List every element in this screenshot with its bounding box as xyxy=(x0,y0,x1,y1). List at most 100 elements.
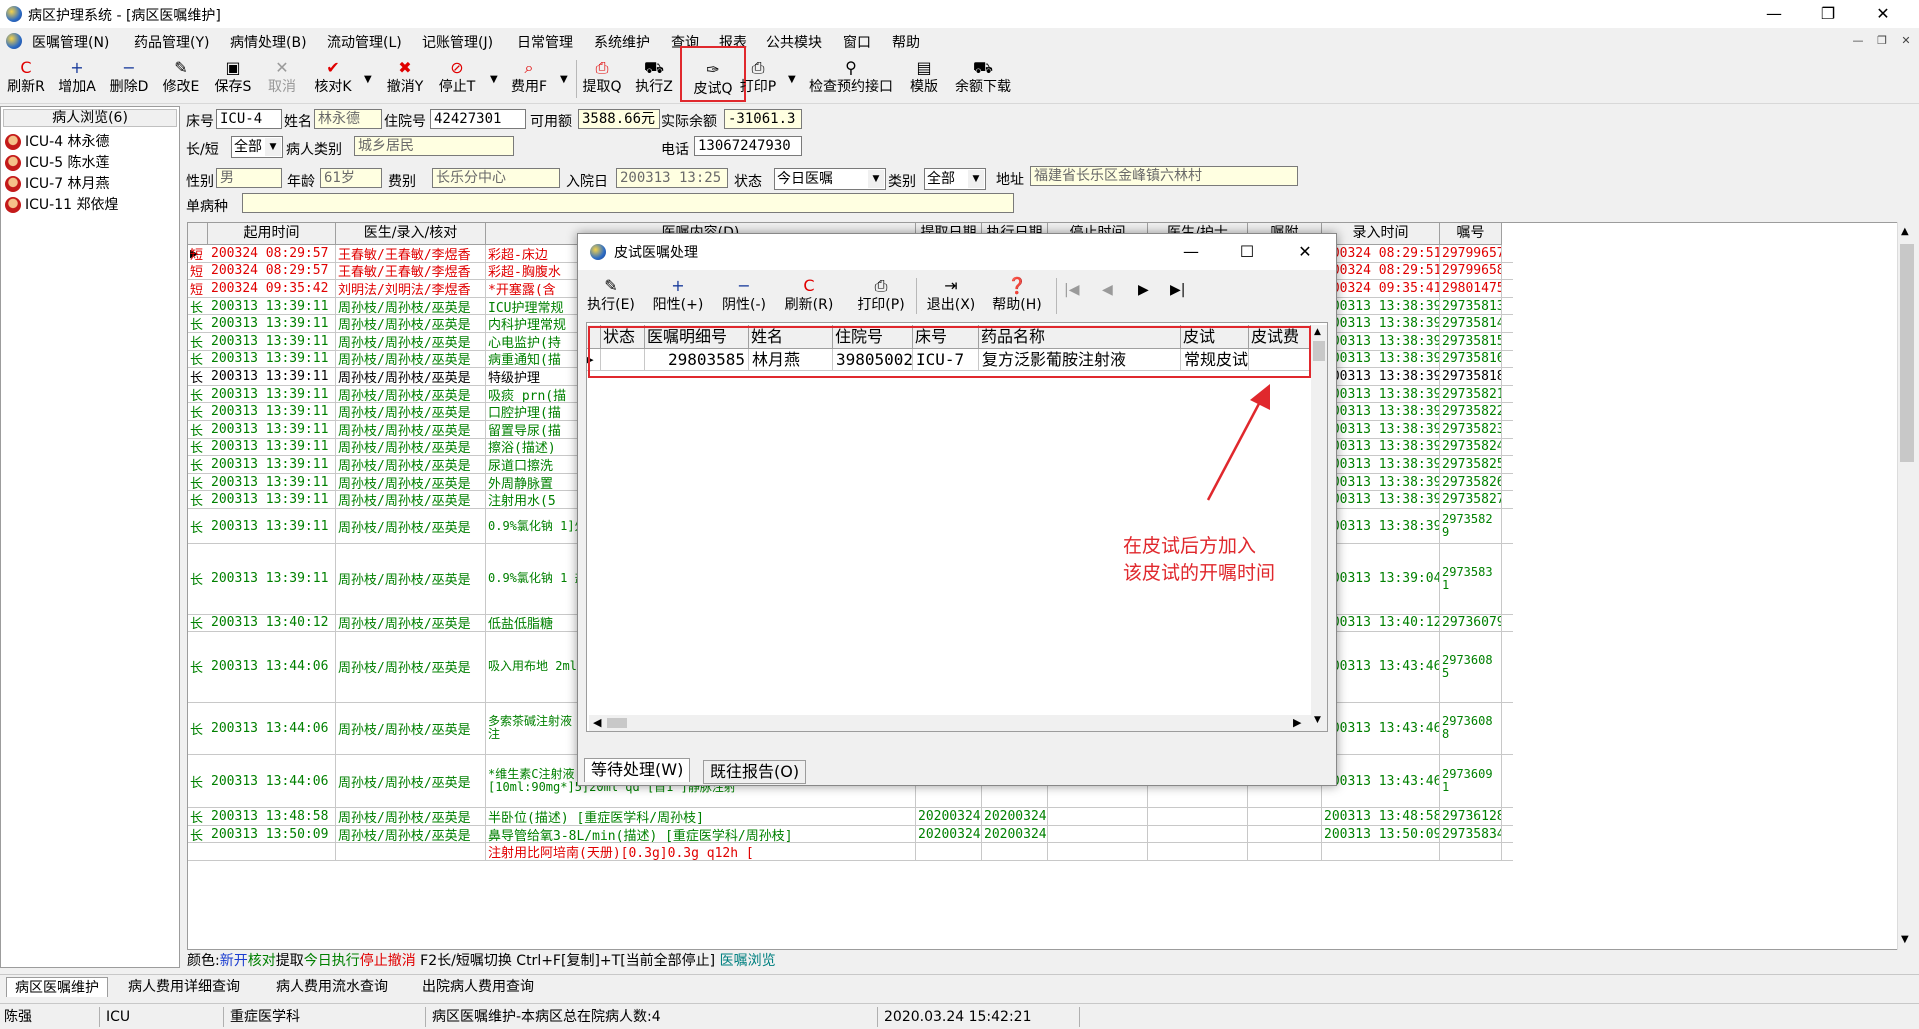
cell-e1[interactable]: 20200324 xyxy=(916,808,982,825)
cell-start[interactable]: 长 200313 13:39:11 xyxy=(188,385,336,403)
stop-dropdown-icon[interactable]: ▼ xyxy=(490,74,498,85)
cell-rec[interactable]: 200313 13:43:46 xyxy=(1322,702,1440,755)
cell-doc[interactable]: 周孙枝/周孙枝/巫英是 xyxy=(336,438,486,456)
cell-stop[interactable] xyxy=(1048,825,1148,843)
cell-rec[interactable]: 200313 13:38:39 xyxy=(1322,438,1440,456)
cell-start[interactable]: 长 200313 13:39:11 xyxy=(188,315,336,332)
menu-common[interactable]: 公共模块 xyxy=(766,32,822,52)
cell-rec[interactable]: 200313 13:38:39 xyxy=(1322,368,1440,385)
cell-dose[interactable] xyxy=(1248,843,1322,860)
dialog-exit-button[interactable]: ⇥ 退出(X) xyxy=(922,276,980,316)
patient-item[interactable]: ICU-5 陈水莲 xyxy=(5,152,110,172)
scroll-up-icon[interactable]: ▲ xyxy=(1314,327,1321,337)
table-row[interactable]: 长 200313 13:50:09 周孙枝/周孙枝/巫英是 鼻导管给氧3-8L/min… xyxy=(188,825,1513,844)
extract-button[interactable]: ⎙ 提取Q xyxy=(580,58,624,100)
dialog-minimize-button[interactable]: — xyxy=(1168,234,1214,270)
cell-start[interactable]: 长 200313 13:39:11 xyxy=(188,297,336,315)
cell-rec[interactable]: 200313 13:38:39 xyxy=(1322,473,1440,491)
mdi-restore-button[interactable]: ❐ xyxy=(1872,33,1892,49)
menu-system[interactable]: 系统维护 xyxy=(594,32,650,52)
tab-order-maintenance[interactable]: 病区医嘱维护 xyxy=(6,977,108,997)
menu-condition[interactable]: 病情处理(B) xyxy=(230,32,307,52)
tab-waiting[interactable]: 等待处理(W) xyxy=(584,758,691,782)
cell-doc[interactable]: 周孙枝/周孙枝/巫英是 xyxy=(336,614,486,632)
cell-doc[interactable]: 周孙枝/周孙枝/巫英是 xyxy=(336,808,486,825)
cell-rec[interactable]: 200313 13:38:39 xyxy=(1322,491,1440,508)
cell-no[interactable]: 29735821 xyxy=(1440,385,1502,403)
sex-field[interactable]: 男 xyxy=(216,168,282,188)
scrollbar-thumb[interactable] xyxy=(1313,341,1325,361)
cell-start[interactable] xyxy=(188,843,336,860)
cell-rec[interactable]: 200324 09:35:41 xyxy=(1322,280,1440,297)
cell-no[interactable]: 29735823 xyxy=(1440,421,1502,438)
single-disease-field[interactable] xyxy=(242,193,1014,213)
cell-rec[interactable]: 200313 13:48:58 xyxy=(1322,808,1440,825)
patient-item[interactable]: ICU-11 郑依煌 xyxy=(5,194,118,214)
cell-no[interactable]: 29735818 xyxy=(1440,368,1502,385)
fee-type-field[interactable]: 长乐分中心 xyxy=(432,168,560,188)
verify-dropdown-icon[interactable]: ▼ xyxy=(364,74,372,85)
cell-no[interactable]: 29736128 xyxy=(1440,808,1502,825)
patient-type-field[interactable]: 城乡居民 xyxy=(354,136,514,156)
restore-button[interactable]: ❐ xyxy=(1805,0,1851,28)
status-select[interactable]: 今日医嘱 ▼ xyxy=(774,168,886,190)
cell-e1[interactable] xyxy=(916,843,982,860)
cell-doc[interactable]: 周孙枝/周孙枝/巫英是 xyxy=(336,491,486,508)
cell-start[interactable]: 长 200313 13:39:11 xyxy=(188,333,336,350)
cell-rec[interactable]: 200313 13:38:39 xyxy=(1322,385,1440,403)
col-header-start-time[interactable]: 起用时间 xyxy=(208,223,336,245)
exam-booking-button[interactable]: ⚲ 检查预约接口 xyxy=(806,58,896,100)
cell-no[interactable]: 29799657 xyxy=(1440,245,1502,262)
add-button[interactable]: + 增加A xyxy=(54,58,100,100)
long-short-select[interactable]: 全部 ▼ xyxy=(231,136,283,158)
cell-no[interactable]: 2973582 9 xyxy=(1440,509,1502,544)
scroll-right-icon[interactable]: ▶ xyxy=(1293,716,1301,729)
cell-no[interactable]: 29799658 xyxy=(1440,262,1502,280)
menu-window[interactable]: 窗口 xyxy=(843,32,871,52)
cell-no[interactable]: 29735825 xyxy=(1440,456,1502,473)
patient-item[interactable]: ICU-4 林永德 xyxy=(5,131,110,151)
cell-start[interactable]: 长 200313 13:50:09 xyxy=(188,825,336,843)
cell-content[interactable]: 鼻导管给氧3-8L/min(描述) [重症医学科/周孙枝] xyxy=(486,825,916,843)
template-button[interactable]: ▤ 模版 xyxy=(902,58,946,100)
negative-button[interactable]: − 阴性(-) xyxy=(714,276,774,316)
name-field[interactable]: 林永德 xyxy=(314,109,382,129)
cell-no[interactable]: 29735814 xyxy=(1440,315,1502,332)
col-header-order-no[interactable]: 嘱号 xyxy=(1440,223,1502,245)
cell-start[interactable]: 长 200313 13:48:58 xyxy=(188,808,336,825)
cell-rec[interactable]: 200313 13:38:39 xyxy=(1322,333,1440,350)
cell-doc[interactable]: 周孙枝/周孙枝/巫英是 xyxy=(336,297,486,315)
cell-dose[interactable] xyxy=(1248,808,1322,825)
cell-rec[interactable]: 200313 13:39:04 xyxy=(1322,544,1440,614)
prev-record-icon[interactable]: ◀ xyxy=(1102,282,1113,298)
cell-doc[interactable]: 王春敏/王春敏/李煜香 xyxy=(336,245,486,262)
cell-no[interactable]: 29736079 xyxy=(1440,614,1502,632)
cell-rec[interactable]: 200313 13:43:46 xyxy=(1322,755,1440,808)
cell-start[interactable]: 短 200324 09:35:42 xyxy=(188,280,336,297)
cell-no[interactable]: 29735824 xyxy=(1440,438,1502,456)
cell-doc[interactable]: 周孙枝/周孙枝/巫英是 xyxy=(336,385,486,403)
cell-no[interactable]: 29735834 xyxy=(1440,825,1502,843)
cell-no[interactable]: 2973609 1 xyxy=(1440,755,1502,808)
cell-rec[interactable]: 200313 13:40:12 xyxy=(1322,614,1440,632)
cell-doc[interactable]: 周孙枝/周孙枝/巫英是 xyxy=(336,509,486,544)
scroll-down-icon[interactable]: ▼ xyxy=(1314,715,1321,725)
cell-doc[interactable]: 周孙枝/周孙枝/巫英是 xyxy=(336,702,486,755)
edit-button[interactable]: ✎ 修改E xyxy=(158,58,204,100)
cell-e2[interactable] xyxy=(982,843,1048,860)
fee-dropdown-icon[interactable]: ▼ xyxy=(560,74,568,85)
cell-start[interactable]: 长 200313 13:39:11 xyxy=(188,456,336,473)
last-record-icon[interactable]: ▶| xyxy=(1170,282,1185,298)
cell-start[interactable]: 长 200313 13:44:06 xyxy=(188,755,336,808)
cell-start[interactable]: 长 200313 13:39:11 xyxy=(188,421,336,438)
cell-doc[interactable] xyxy=(336,843,486,860)
cell-no[interactable] xyxy=(1440,843,1502,860)
dialog-help-button[interactable]: ❓ 帮助(H) xyxy=(988,276,1046,316)
cell-no[interactable]: 2973608 5 xyxy=(1440,632,1502,702)
cell-rec[interactable] xyxy=(1322,843,1440,860)
cell-content[interactable]: 注射用比阿培南(天册)[0.3g]0.3g q12h [ xyxy=(486,843,916,860)
phone-field[interactable]: 13067247930 xyxy=(694,136,802,156)
dialog-vertical-scrollbar[interactable]: ▲ ▼ xyxy=(1311,325,1327,731)
scroll-up-icon[interactable]: ▲ xyxy=(1901,226,1909,237)
cell-rec[interactable]: 200313 13:38:39 xyxy=(1322,509,1440,544)
